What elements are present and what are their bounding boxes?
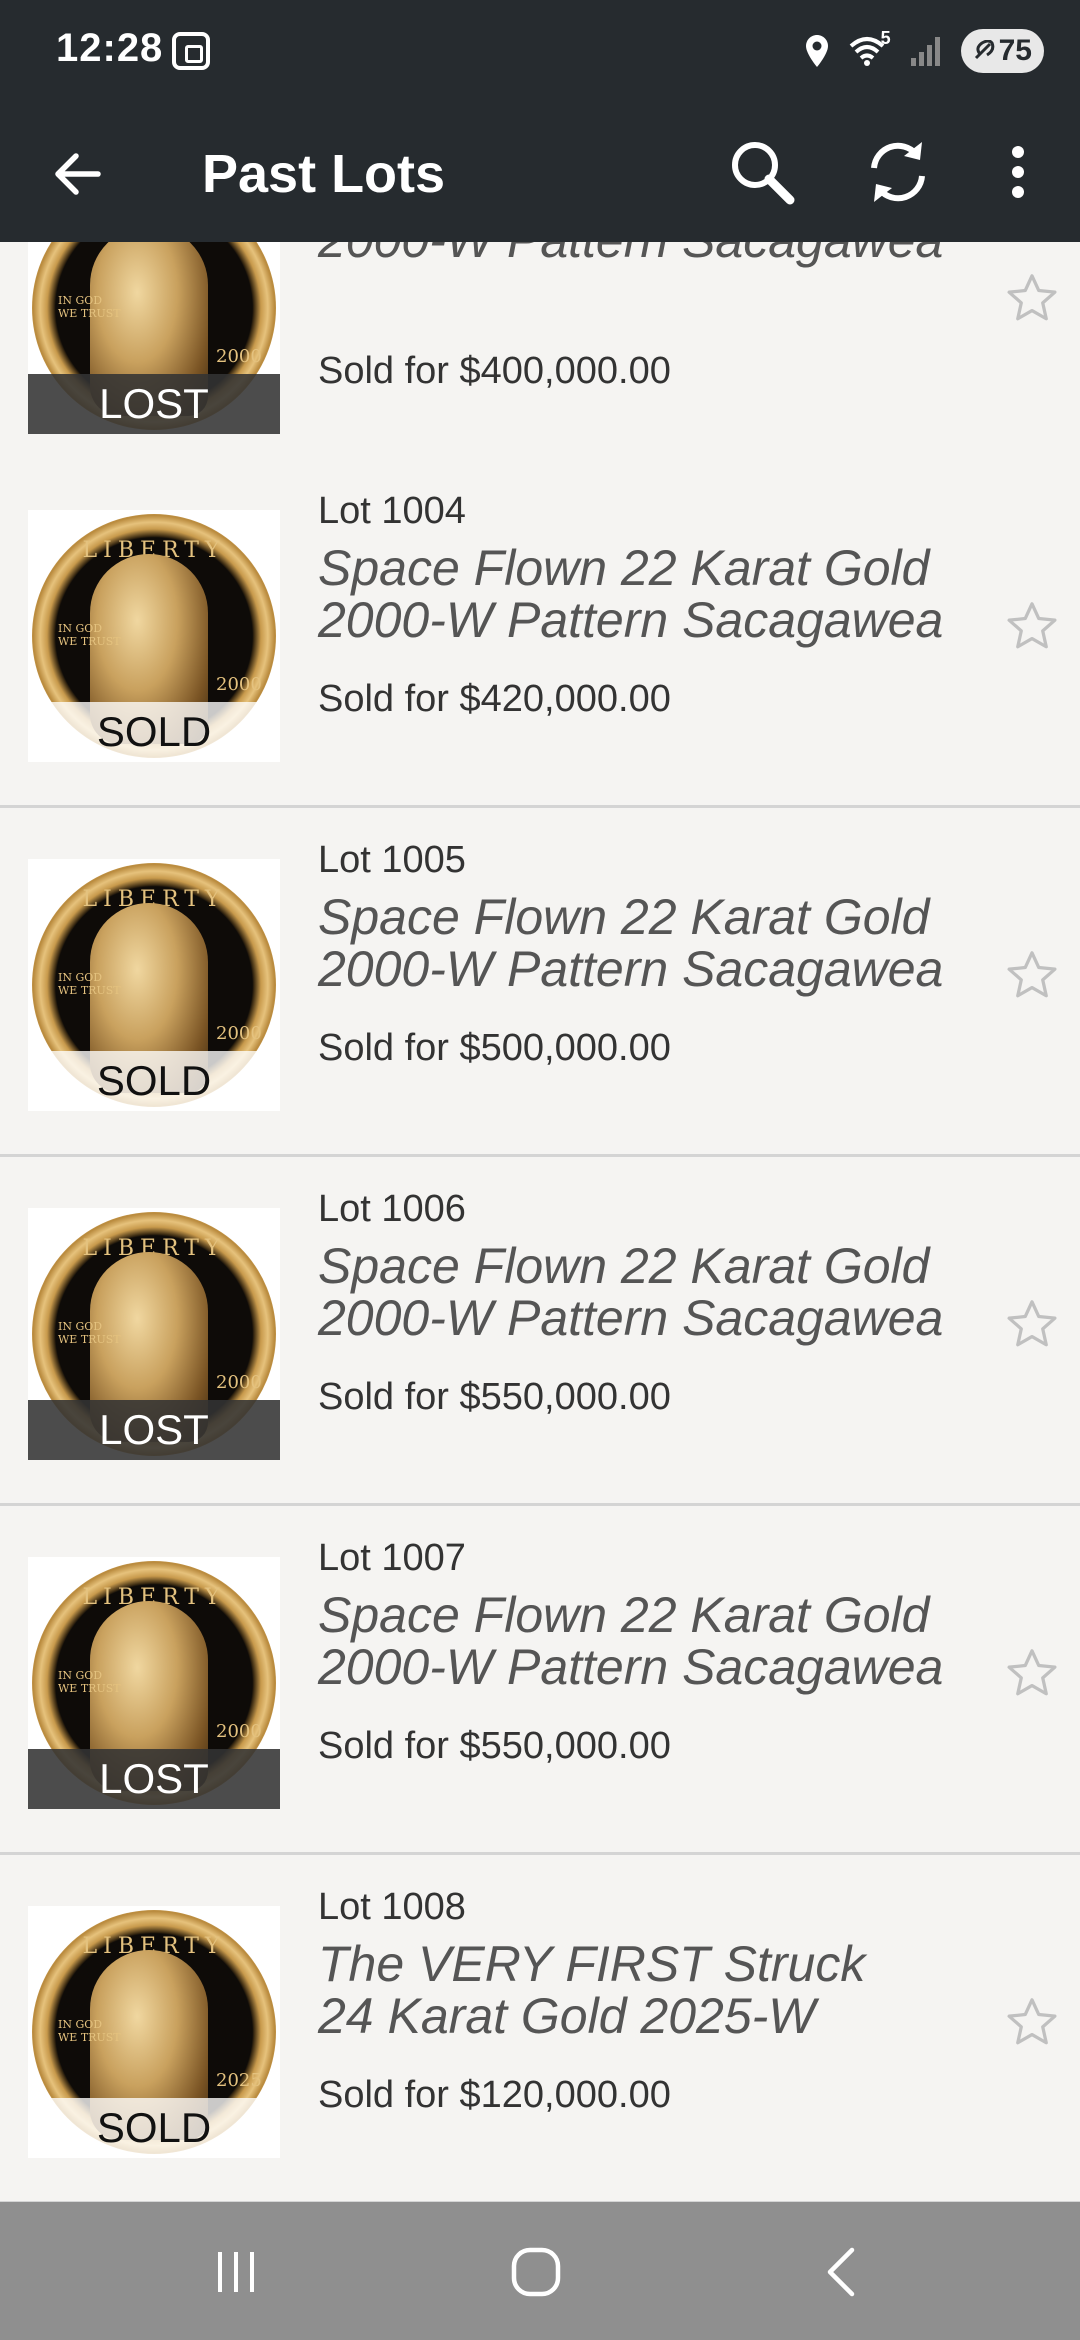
coin-year: 2000 <box>216 1721 262 1742</box>
lot-number: Lot 1008 <box>318 1886 466 1928</box>
coin-motto: IN GOD WE TRUST <box>58 2018 121 2044</box>
coin-thumbnail: LIBERTY IN GOD WE TRUST 2000 SOLD <box>28 510 280 762</box>
lot-price: Sold for $400,000.00 <box>318 350 671 392</box>
lot-number: Lot 1005 <box>318 839 466 881</box>
lot-price: Sold for $500,000.00 <box>318 1027 671 1069</box>
status-badge: SOLD <box>28 2098 280 2158</box>
wifi-icon: 5 <box>847 28 891 68</box>
lot-price: Sold for $550,000.00 <box>318 1376 671 1418</box>
lot-list-item[interactable]: LIBERTY IN GOD WE TRUST 2000 LOST Lot 100… <box>0 1507 1080 1855</box>
status-badge: LOST <box>28 374 280 434</box>
system-nav-bar <box>0 2202 1080 2340</box>
lot-title: Space Flown 22 Karat Gold 2000-W Pattern … <box>318 889 944 997</box>
home-button[interactable] <box>486 2232 586 2312</box>
coin-year: 2000 <box>216 1023 262 1044</box>
status-badge: SOLD <box>28 702 280 762</box>
lot-list-item[interactable]: LIBERTY IN GOD WE TRUST 2000 LOST Lot 100… <box>0 1158 1080 1506</box>
battery-icon: 75 <box>960 29 1044 73</box>
lot-number: Lot 1006 <box>318 1188 466 1230</box>
coin-year: 2000 <box>216 1372 262 1393</box>
coin-thumbnail: LIBERTY IN GOD WE TRUST 2000 SOLD <box>28 859 280 1111</box>
coin-thumbnail: LIBERTY IN GOD WE TRUST 2025 SOLD <box>28 1906 280 2158</box>
favorite-star-icon[interactable] <box>1004 1645 1060 1701</box>
coin-thumbnail: LIBERTY IN GODWE TRUST 2000 LOST <box>28 1208 280 1460</box>
app-toolbar: Past Lots <box>0 100 1080 242</box>
nav-back-icon <box>827 2247 855 2297</box>
back-arrow-icon <box>55 153 101 195</box>
lot-list-item[interactable]: LIBERTY IN GODWE TRUST 2000 LOST 2000-W … <box>0 242 1080 480</box>
nav-back-button[interactable] <box>790 2232 890 2312</box>
favorite-star-icon[interactable] <box>1004 947 1060 1003</box>
lot-title: The VERY FIRST Struck 24 Karat Gold 2025-… <box>318 1936 866 2044</box>
favorite-star-icon[interactable] <box>1004 598 1060 654</box>
screenshot-icon <box>172 32 210 70</box>
lot-list-item[interactable]: LIBERTY IN GOD WE TRUST 2000 SOLD Lot 100… <box>0 460 1080 808</box>
favorite-star-icon[interactable] <box>1004 270 1060 326</box>
recents-icon <box>218 2252 254 2292</box>
wifi-label: 5 <box>880 28 891 48</box>
recents-button[interactable] <box>186 2232 286 2312</box>
favorite-star-icon[interactable] <box>1004 1994 1060 2050</box>
status-badge: SOLD <box>28 1051 280 1111</box>
location-icon <box>805 34 829 68</box>
status-bar: 12:28 5 75 <box>0 0 1080 100</box>
search-button[interactable] <box>720 130 804 214</box>
coin-motto: IN GOD WE TRUST <box>58 622 121 648</box>
lot-price: Sold for $420,000.00 <box>318 678 671 720</box>
search-icon <box>732 142 795 205</box>
home-icon <box>511 2247 561 2297</box>
coin-thumbnail: LIBERTY IN GODWE TRUST 2000 LOST <box>28 242 280 434</box>
status-time: 12:28 <box>56 26 164 70</box>
coin-motto: IN GOD WE TRUST <box>58 294 121 320</box>
past-lots-list[interactable]: LIBERTY IN GODWE TRUST 2000 LOST 2000-W … <box>0 242 1080 2202</box>
refresh-button[interactable] <box>856 130 940 214</box>
more-options-button[interactable] <box>976 130 1060 214</box>
lot-price: Sold for $550,000.00 <box>318 1725 671 1767</box>
lot-title: 2000-W Pattern Sacagawea <box>318 242 958 266</box>
coin-motto: IN GOD WE TRUST <box>58 1320 121 1346</box>
coin-year: 2000 <box>216 674 262 695</box>
status-badge: LOST <box>28 1400 280 1460</box>
lot-title: Space Flown 22 Karat Gold 2000-W Pattern … <box>318 1238 944 1346</box>
back-button[interactable] <box>40 136 116 212</box>
lot-price: Sold for $120,000.00 <box>318 2074 671 2116</box>
lot-number: Lot 1004 <box>318 490 466 532</box>
page-title: Past Lots <box>202 144 446 204</box>
battery-level: 75 <box>998 34 1032 67</box>
lot-title: Space Flown 22 Karat Gold 2000-W Pattern … <box>318 1587 944 1695</box>
status-icons: 5 75 <box>805 26 1044 76</box>
lot-title: Space Flown 22 Karat Gold 2000-W Pattern … <box>318 540 944 648</box>
coin-year: 2000 <box>216 346 262 367</box>
lot-list-item[interactable]: LIBERTY IN GOD WE TRUST 2025 SOLD Lot 100… <box>0 1856 1080 2202</box>
coin-year: 2025 <box>216 2070 262 2091</box>
refresh-icon <box>871 142 925 202</box>
coin-motto: IN GOD WE TRUST <box>58 971 121 997</box>
coin-thumbnail: LIBERTY IN GODWE TRUST 2000 LOST <box>28 1557 280 1809</box>
lot-list-item[interactable]: LIBERTY IN GOD WE TRUST 2000 SOLD Lot 100… <box>0 809 1080 1157</box>
coin-motto: IN GOD WE TRUST <box>58 1669 121 1695</box>
signal-icon <box>909 34 943 68</box>
status-badge: LOST <box>28 1749 280 1809</box>
more-vert-icon <box>1012 146 1024 198</box>
lot-number: Lot 1007 <box>318 1537 466 1579</box>
favorite-star-icon[interactable] <box>1004 1296 1060 1352</box>
